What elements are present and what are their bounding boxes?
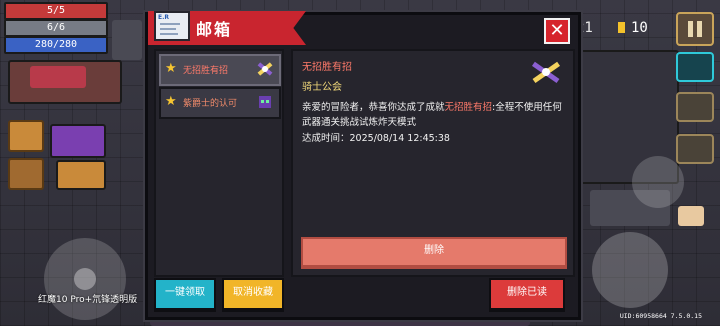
star-icon: ★: [165, 61, 177, 76]
pause-button[interactable]: [676, 12, 714, 46]
delete-read-button[interactable]: 删除已读: [489, 278, 565, 312]
door-frame: [112, 20, 142, 60]
mail-item-title: 紫爵士的认可: [183, 99, 238, 109]
energy-value: 280/280: [34, 39, 78, 50]
uid-label: UID:60958664 7.5.0.15: [619, 312, 702, 320]
character-button[interactable]: [676, 92, 714, 122]
poster: [678, 206, 704, 226]
icon-line: [160, 33, 178, 35]
mail-item-title: 无招胜有招: [183, 66, 229, 76]
delete-button[interactable]: 删除: [301, 237, 567, 269]
star-icon: ★: [165, 94, 177, 109]
attack-button[interactable]: [592, 232, 668, 308]
time-value: 2025/08/14 12:45:38: [349, 133, 450, 144]
hp-bar: 5/5: [4, 2, 108, 20]
coin-icon: [618, 22, 625, 33]
mail-time: 达成时间：2025/08/14 12:45:38: [302, 130, 450, 144]
mail-sender: 骑士公会: [302, 82, 342, 93]
chest: [56, 160, 106, 190]
mail-list-item[interactable]: ★ 无招胜有招: [159, 54, 281, 86]
unfavorite-button[interactable]: 取消收藏: [222, 278, 284, 312]
map-button[interactable]: [8, 120, 44, 152]
mail-body-achievement: 无招胜有招: [444, 102, 493, 113]
coin-counter: 10: [618, 20, 648, 36]
mail-list: ★ 无招胜有招 ★ 紫爵士的认可: [154, 49, 284, 277]
device-watermark: 红魔10 Pro+氘锋透明版: [38, 295, 138, 305]
purple-table: [50, 124, 106, 158]
skill-button[interactable]: [632, 156, 684, 208]
close-button[interactable]: ✕: [544, 18, 570, 44]
mailbox-icon: E.R: [154, 11, 190, 41]
energy-bar: 280/280: [4, 36, 108, 54]
refresh-button[interactable]: [8, 158, 44, 190]
armor-bar: 6/6: [4, 19, 108, 37]
icon-line: [160, 28, 176, 30]
hp-value: 5/5: [46, 5, 66, 16]
mail-body-prefix: 亲爱的冒险者，恭喜你达成了成就: [302, 102, 445, 113]
time-label: 达成时间：: [302, 133, 350, 144]
mailbox-dialog: E.R 邮箱 ✕ ★ 无招胜有招 ★ 紫爵士的认可 无招胜有招 骑士公会 亲爱的…: [145, 11, 581, 320]
coin-value: 10: [631, 20, 648, 36]
sword-cross-icon: [531, 61, 561, 84]
cyan-panel: [676, 52, 714, 82]
purple-knight-icon: [259, 96, 271, 108]
dialog-title: 邮箱: [196, 20, 233, 39]
sword-cross-icon: [257, 62, 273, 76]
mail-body: 亲爱的冒险者，恭喜你达成了成就无招胜有招:全程不使用任何武器通关挑战试炼炸天模式: [302, 100, 564, 130]
mail-detail: 无招胜有招 骑士公会 亲爱的冒险者，恭喜你达成了成就无招胜有招:全程不使用任何武…: [291, 49, 575, 277]
move-joystick[interactable]: [44, 238, 126, 320]
mail-list-item[interactable]: ★ 紫爵士的认可: [159, 87, 281, 119]
claim-all-button[interactable]: 一键领取: [154, 278, 216, 312]
inventory-button[interactable]: [676, 134, 714, 164]
mailbox-icon-label: E.R: [158, 14, 169, 21]
title-banner: E.R 邮箱: [148, 11, 306, 45]
red-carpet: [30, 66, 86, 88]
armor-value: 6/6: [46, 22, 66, 33]
icon-line: [160, 23, 180, 25]
joystick-knob[interactable]: [74, 268, 96, 290]
mail-detail-title: 无招胜有招: [302, 62, 352, 73]
